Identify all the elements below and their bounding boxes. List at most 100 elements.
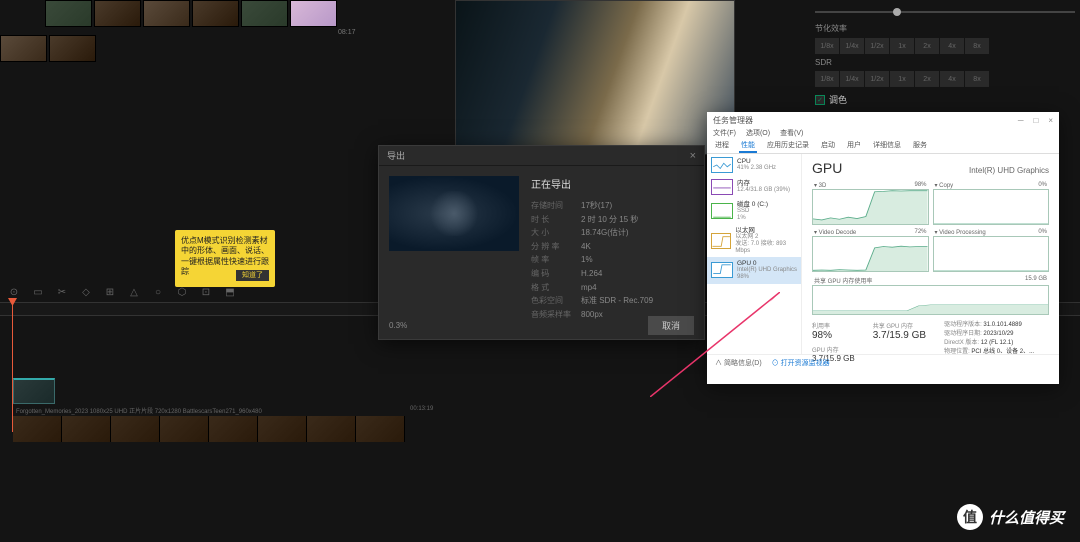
timeline-clip[interactable] bbox=[160, 416, 209, 442]
fewer-details[interactable]: ∧ 简略信息(D) bbox=[715, 358, 762, 368]
chart-label[interactable]: ▾ Copy bbox=[935, 182, 954, 189]
mini-graph-icon bbox=[711, 203, 733, 219]
perf-sidebar-item[interactable]: 磁盘 0 (C:)SSD1% bbox=[707, 198, 801, 224]
timeline-clip[interactable] bbox=[111, 416, 160, 442]
perf-item-name: 内存 bbox=[737, 180, 790, 187]
speed-btn[interactable]: 1/4x bbox=[840, 38, 864, 54]
close-icon[interactable]: × bbox=[1048, 116, 1053, 125]
media-thumb[interactable] bbox=[94, 0, 141, 27]
thumb-time: 08:17 bbox=[338, 29, 356, 36]
perf-sidebar-item[interactable]: GPU 0Intel(R) UHD Graphics98% bbox=[707, 257, 801, 283]
playhead[interactable] bbox=[12, 302, 13, 432]
chart-label[interactable]: ▾ Video Processing bbox=[935, 229, 986, 236]
tab-performance[interactable]: 性能 bbox=[739, 140, 757, 153]
export-progress: 0.3% bbox=[389, 321, 407, 330]
timeline-clip[interactable] bbox=[13, 416, 62, 442]
tool-icon[interactable]: ◇ bbox=[80, 286, 92, 298]
speed-btn[interactable]: 1x bbox=[890, 38, 914, 54]
timecode-icon: ⊙ bbox=[8, 286, 20, 298]
speed-btn[interactable]: 1/8x bbox=[815, 71, 839, 87]
speed-btn[interactable]: 1/2x bbox=[865, 38, 889, 54]
perf-item-val: SSD1% bbox=[737, 208, 768, 221]
export-row-key: 存储时间 bbox=[531, 199, 581, 213]
timeline-clip[interactable] bbox=[356, 416, 405, 442]
tool-icon[interactable]: ⊞ bbox=[104, 286, 116, 298]
export-preview bbox=[389, 176, 519, 251]
resource-monitor-link[interactable]: ⊙ 打开资源监视器 bbox=[772, 358, 830, 368]
watermark-badge-icon: 值 bbox=[957, 504, 983, 530]
gpu-chart bbox=[934, 190, 1049, 224]
perf-sidebar-item[interactable]: 内存12.4/31.8 GB (39%) bbox=[707, 176, 801, 198]
speed-btn[interactable]: 2x bbox=[915, 71, 939, 87]
tool-icon[interactable]: ⊡ bbox=[200, 286, 212, 298]
video-clip[interactable] bbox=[13, 378, 55, 404]
preview-monitor bbox=[455, 0, 735, 155]
speed-btn[interactable]: 1/8x bbox=[815, 38, 839, 54]
timeline-clip[interactable] bbox=[62, 416, 111, 442]
media-thumb[interactable] bbox=[192, 0, 239, 27]
task-manager-window: 任务管理器 ─ □ × 文件(F) 选项(O) 查看(V) 进程 性能 应用历史… bbox=[707, 112, 1059, 384]
speed-btn[interactable]: 1/4x bbox=[840, 71, 864, 87]
media-thumb[interactable] bbox=[143, 0, 190, 27]
media-thumb[interactable] bbox=[241, 0, 288, 27]
speed-btn[interactable]: 1x bbox=[890, 71, 914, 87]
checkbox[interactable]: ✓ bbox=[815, 95, 825, 105]
menu-options[interactable]: 选项(O) bbox=[746, 128, 770, 140]
timeline-clip[interactable] bbox=[209, 416, 258, 442]
mini-graph-icon bbox=[711, 179, 733, 195]
maximize-icon[interactable]: □ bbox=[1033, 116, 1038, 125]
speed-buttons: 1/8x 1/4x 1/2x 1x 2x 4x 8x bbox=[815, 38, 1075, 54]
media-thumb[interactable] bbox=[0, 35, 47, 62]
media-thumb[interactable] bbox=[290, 0, 337, 27]
tool-icon[interactable]: △ bbox=[128, 286, 140, 298]
perf-sidebar-item[interactable]: 以太网以太网 2发送: 7.0 接收: 893 Mbps bbox=[707, 224, 801, 257]
tab-users[interactable]: 用户 bbox=[845, 140, 863, 153]
media-thumb[interactable] bbox=[49, 35, 96, 62]
tool-icon[interactable]: ⬒ bbox=[224, 286, 236, 298]
cancel-button[interactable]: 取消 bbox=[648, 316, 694, 335]
speed-btn[interactable]: 2x bbox=[915, 38, 939, 54]
timeline-clip[interactable] bbox=[307, 416, 356, 442]
chart-label[interactable]: ▾ Video Decode bbox=[814, 229, 856, 236]
minimize-icon[interactable]: ─ bbox=[1018, 116, 1024, 125]
dialog-title: 导出 bbox=[387, 149, 405, 162]
video-track[interactable] bbox=[13, 416, 405, 442]
speed-btn[interactable]: 1/2x bbox=[865, 71, 889, 87]
export-status: 正在导出 bbox=[531, 176, 694, 191]
speed-btn[interactable]: 8x bbox=[965, 71, 989, 87]
tab-services[interactable]: 服务 bbox=[911, 140, 929, 153]
tool-select-icon[interactable]: ▭ bbox=[32, 286, 44, 298]
slider[interactable] bbox=[815, 11, 1075, 13]
tab-startup[interactable]: 启动 bbox=[819, 140, 837, 153]
close-icon[interactable]: × bbox=[690, 150, 696, 162]
export-row-key: 编 码 bbox=[531, 267, 581, 281]
section-label: 节化效率 bbox=[815, 23, 1075, 34]
menu-file[interactable]: 文件(F) bbox=[713, 128, 736, 140]
chart-label[interactable]: ▾ 3D bbox=[814, 182, 826, 189]
tooltip-ok-button[interactable]: 知道了 bbox=[236, 270, 269, 281]
export-row-key: 帧 率 bbox=[531, 253, 581, 267]
stat-value: 98% bbox=[812, 330, 855, 341]
window-title: 任务管理器 bbox=[713, 115, 753, 126]
gpu-chart bbox=[813, 190, 928, 224]
export-row-key: 格 式 bbox=[531, 281, 581, 295]
timeline-clip[interactable] bbox=[258, 416, 307, 442]
feature-tooltip: 优点M模式识别检测素材中的形体、画面、说话、一键根据属性快速进行跟踪 知道了 bbox=[175, 230, 275, 287]
tab-processes[interactable]: 进程 bbox=[713, 140, 731, 153]
export-row-key: 色彩空间 bbox=[531, 294, 581, 308]
tab-details[interactable]: 详细信息 bbox=[871, 140, 903, 153]
speed-btn[interactable]: 4x bbox=[940, 71, 964, 87]
speed-btn[interactable]: 4x bbox=[940, 38, 964, 54]
perf-item-val: 41% 2.38 GHz bbox=[737, 165, 776, 172]
section-label: SDR bbox=[815, 58, 1075, 67]
mem-chart bbox=[813, 286, 1048, 314]
media-thumb[interactable] bbox=[45, 0, 92, 27]
checkbox-label: 调色 bbox=[829, 93, 847, 106]
menu-view[interactable]: 查看(V) bbox=[780, 128, 803, 140]
speed-btn[interactable]: 8x bbox=[965, 38, 989, 54]
tool-blade-icon[interactable]: ✂ bbox=[56, 286, 68, 298]
perf-sidebar-item[interactable]: CPU41% 2.38 GHz bbox=[707, 154, 801, 176]
tool-icon[interactable]: ○ bbox=[152, 286, 164, 298]
tool-icon[interactable]: ⬡ bbox=[176, 286, 188, 298]
tab-history[interactable]: 应用历史记录 bbox=[765, 140, 811, 153]
